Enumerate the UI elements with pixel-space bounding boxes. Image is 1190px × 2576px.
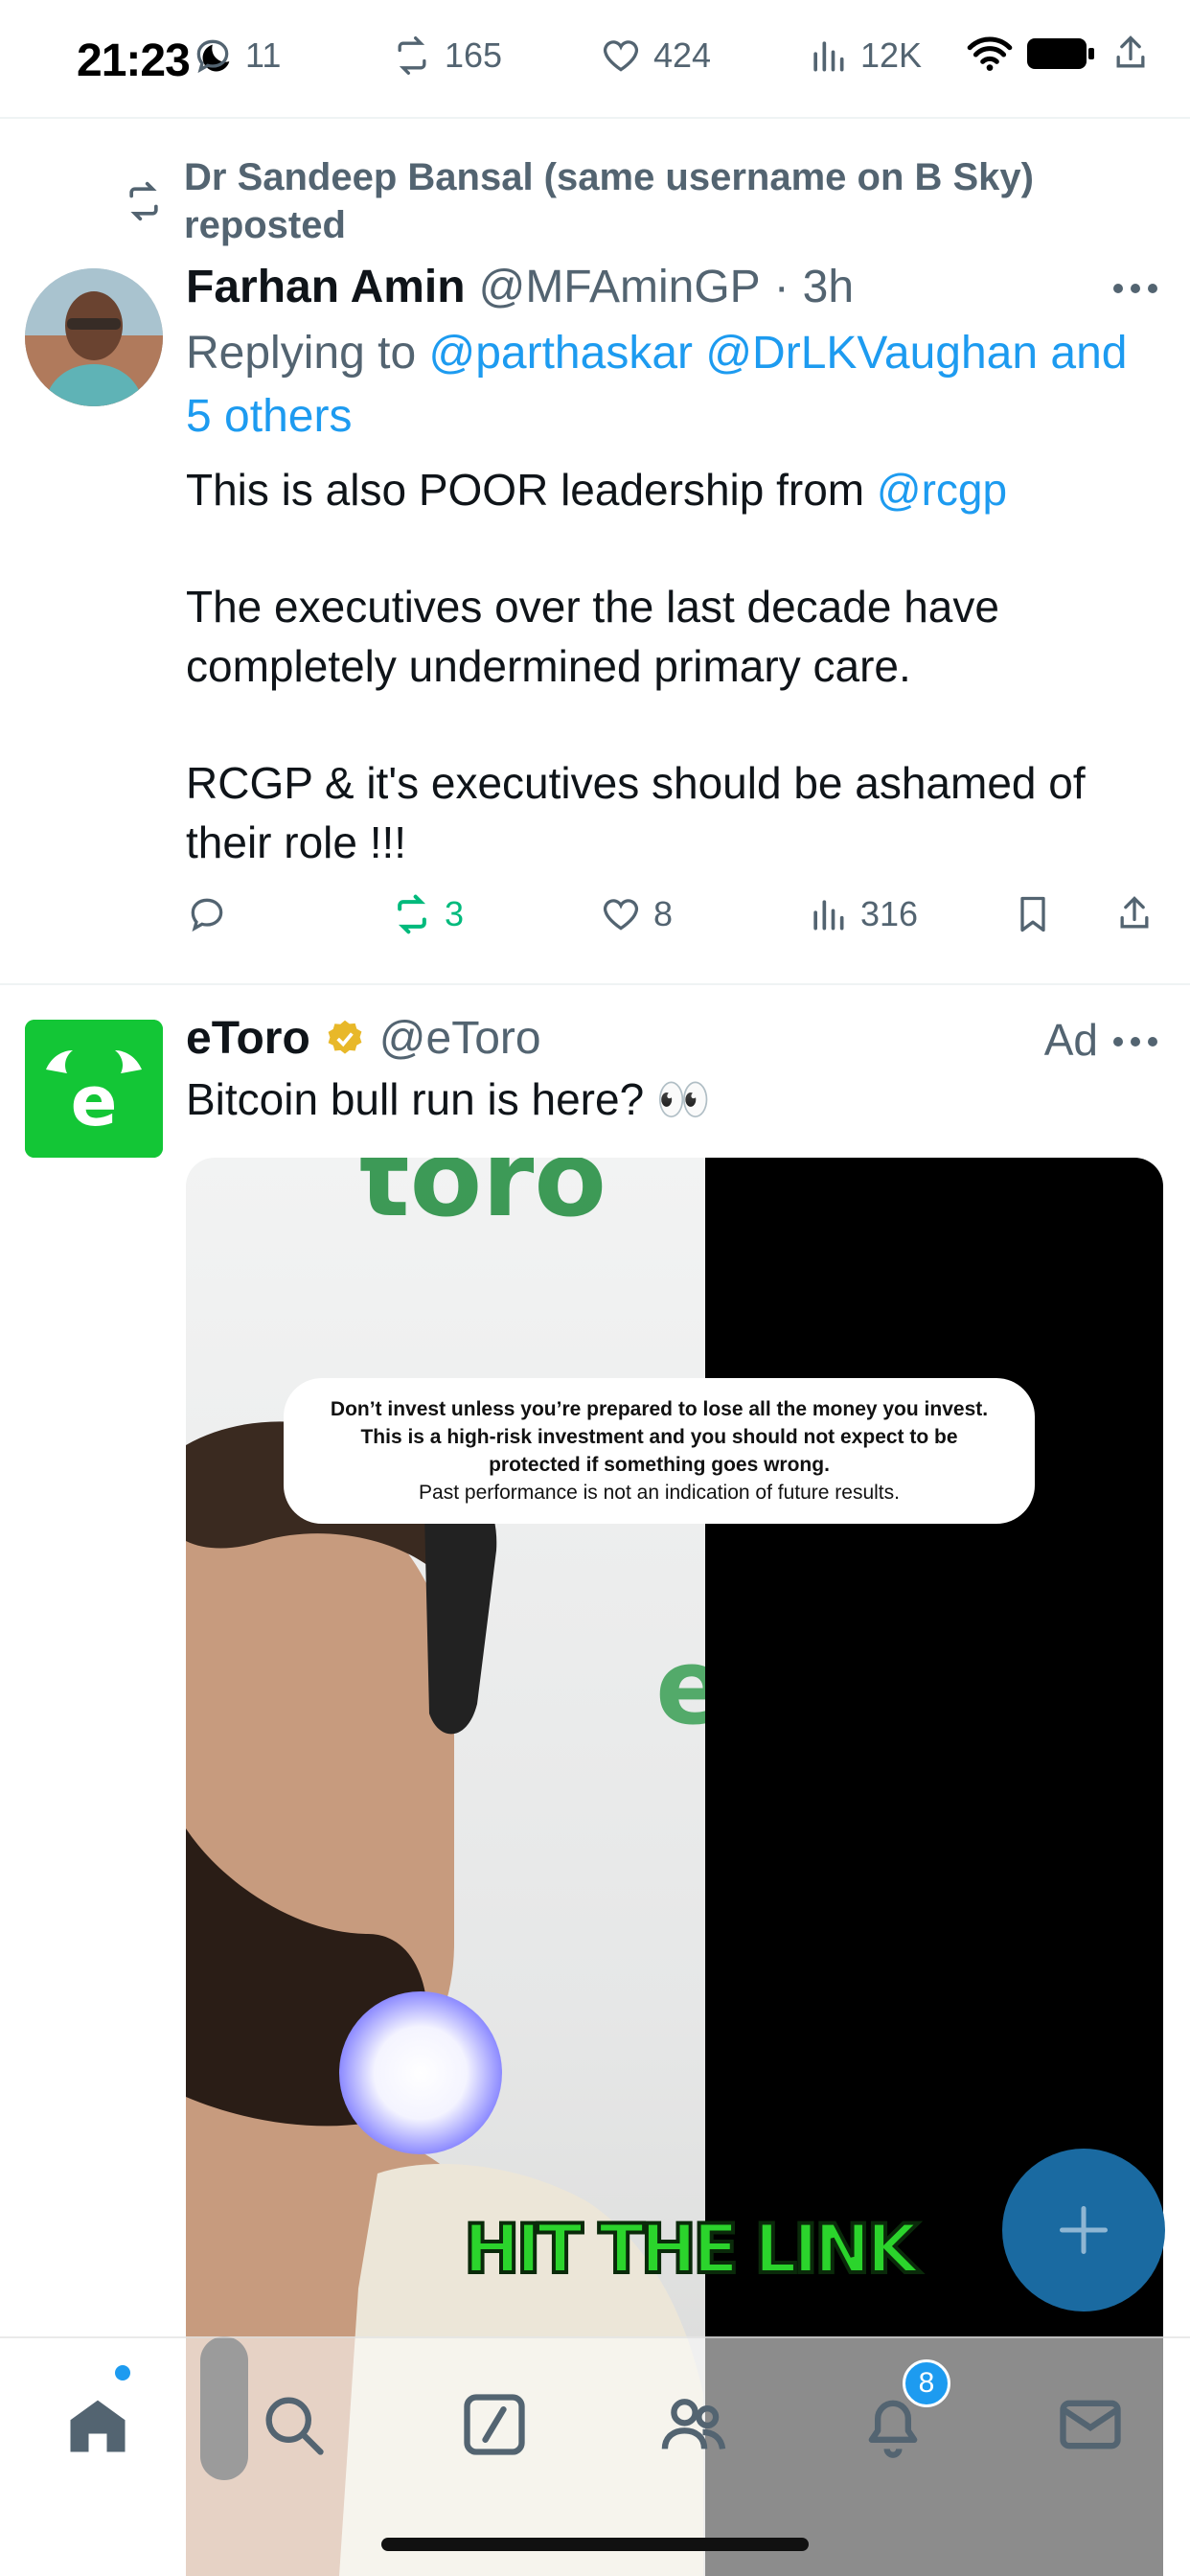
views-icon [813, 900, 844, 931]
heart-icon [603, 40, 639, 72]
communities-icon [661, 2399, 726, 2450]
avatar[interactable] [25, 268, 163, 406]
ad-label: Ad [1043, 1015, 1098, 1065]
compose-fab-button[interactable] [1002, 2149, 1165, 2312]
tweet-text-para2: The executives over the last decade have… [186, 582, 999, 691]
tweet-divider [0, 983, 1190, 985]
home-icon [70, 2400, 126, 2452]
ad-author-name[interactable]: eToro [186, 1012, 310, 1065]
risk-disclaimer: Don’t invest unless you’re prepared to l… [284, 1378, 1035, 1524]
avatar-photo [25, 268, 163, 406]
home-unread-dot [115, 2365, 130, 2380]
heart-icon [603, 899, 639, 931]
tweet-actions: 3 8 316 [186, 893, 1167, 951]
system-icons [966, 33, 1152, 75]
status-bar: 21:23 11 165 424 12K [0, 0, 1190, 119]
share-icon [1120, 896, 1149, 929]
tweet-header: Farhan Amin @MFAminGP · 3h [186, 261, 854, 313]
video-light-flare [339, 1991, 502, 2154]
tab-grok[interactable] [458, 2388, 531, 2461]
tweet-text-para3: RCGP & it's executives should be ashamed… [186, 758, 1086, 867]
disclaimer-bold: Don’t invest unless you’re prepared to l… [330, 1398, 989, 1476]
ad-more-options-button[interactable] [1113, 1037, 1157, 1048]
etoro-logo: e [25, 1020, 163, 1158]
prev-repost-button[interactable]: 165 [391, 34, 502, 77]
repost-icon [129, 181, 158, 221]
grok-icon [464, 2394, 525, 2455]
author-handle[interactable]: @MFAminGP [479, 261, 761, 313]
views-count: 316 [860, 894, 919, 933]
replying-to: Replying to @parthaskar @DrLKVaughan and… [186, 322, 1163, 448]
share-icon[interactable] [1110, 33, 1152, 75]
mention-link[interactable]: @rcgp [877, 465, 1007, 515]
like-count: 8 [653, 894, 674, 933]
tweet-time[interactable]: 3h [803, 261, 854, 313]
search-icon [265, 2397, 324, 2455]
reply-button[interactable] [186, 893, 228, 935]
repost-icon [398, 36, 426, 75]
etoro-avatar[interactable]: e [25, 1020, 163, 1158]
tab-messages[interactable] [1054, 2388, 1127, 2461]
views-button[interactable]: 316 [807, 893, 918, 935]
repost-icon [398, 894, 426, 934]
wifi-icon [967, 36, 1013, 71]
tab-home[interactable] [61, 2388, 134, 2461]
disclaimer-plain: Past performance is not an indication of… [419, 1482, 900, 1504]
plus-icon [1060, 2206, 1108, 2254]
home-indicator [381, 2538, 809, 2551]
repost-count: 3 [445, 894, 465, 933]
like-button[interactable]: 8 [600, 893, 673, 935]
reposted-by-label: Dr Sandeep Bansal (same username on B Sk… [184, 156, 1034, 246]
prev-repost-count: 165 [445, 35, 503, 75]
prev-like-count: 424 [653, 35, 712, 75]
mail-icon [1060, 2400, 1121, 2450]
notifications-badge: 8 [903, 2359, 950, 2407]
tab-search[interactable] [257, 2388, 330, 2461]
prev-reply-count: 11 [245, 35, 282, 75]
dot-separator: · [773, 262, 790, 312]
ad-tweet-header: eToro @eToro [186, 1012, 541, 1065]
repost-button[interactable]: 3 [391, 893, 464, 935]
ad-tweet-text: Bitcoin bull run is here? 👀 [186, 1074, 712, 1124]
author-name[interactable]: Farhan Amin [186, 261, 466, 313]
bookmark-button[interactable] [1012, 893, 1054, 935]
reply-icon [196, 39, 229, 74]
repost-context[interactable]: Dr Sandeep Bansal (same username on B Sk… [123, 153, 1046, 249]
views-icon [813, 41, 844, 72]
tweet-text: This is also POOR leadership from @rcgp … [186, 460, 1154, 930]
battery-icon [1027, 38, 1094, 69]
prev-views-button[interactable]: 12K [807, 34, 922, 77]
prev-like-button[interactable]: 424 [600, 34, 711, 77]
share-button[interactable] [1113, 893, 1156, 935]
reply-icon [191, 898, 223, 932]
svg-text:e: e [655, 1625, 705, 1748]
bookmark-icon [1020, 896, 1045, 932]
ad-author-handle[interactable]: @eToro [379, 1012, 541, 1065]
replying-prefix: Replying to [186, 328, 417, 379]
video-caption: HIT THE LINK [462, 2208, 921, 2290]
status-time: 21:23 [77, 35, 191, 86]
more-options-button[interactable] [1113, 284, 1157, 295]
tab-communities[interactable] [657, 2388, 730, 2461]
verified-badge-icon [328, 1020, 362, 1054]
tweet-text-line1: This is also POOR leadership from [186, 465, 865, 515]
prev-views-count: 12K [860, 35, 923, 75]
prev-reply-button[interactable]: 11 [192, 34, 281, 77]
svg-text:e: e [71, 1061, 118, 1141]
svg-text:toro: toro [359, 1158, 606, 1240]
